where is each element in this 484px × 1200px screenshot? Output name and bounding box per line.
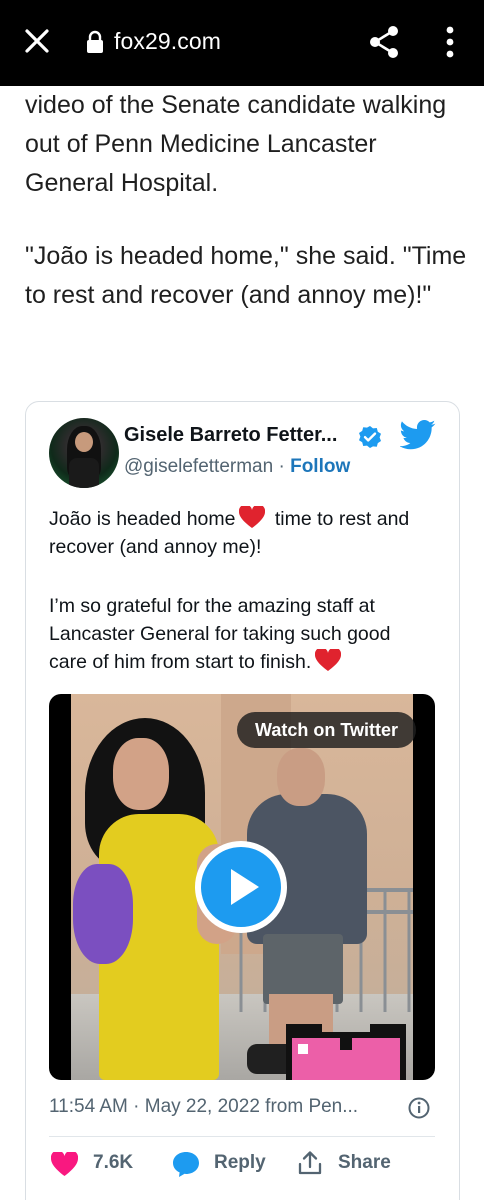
share-button[interactable]: Share (338, 1152, 391, 1180)
pixel-heart-sticker (286, 1024, 406, 1080)
like-heart-icon[interactable] (51, 1152, 78, 1177)
avatar[interactable] (49, 418, 119, 488)
verified-badge-icon (359, 426, 381, 448)
tweet-text-line1: João is headed home time to rest and rec… (49, 505, 429, 561)
divider (49, 1136, 435, 1137)
play-button-icon[interactable] (193, 839, 289, 935)
info-icon[interactable] (408, 1097, 430, 1119)
reply-bubble-icon[interactable] (172, 1151, 200, 1178)
reply-button[interactable]: Reply (214, 1152, 266, 1180)
tweet-handle[interactable]: @giselefetterman (124, 456, 273, 477)
tweet-timestamp[interactable]: 11:54 AM · May 22, 2022 from Pen... (49, 1096, 358, 1118)
separator-dot: · (273, 456, 291, 477)
red-heart-emoji-icon (315, 649, 342, 671)
follow-button[interactable]: Follow (290, 456, 350, 477)
tweet-text-part: João is headed home (49, 508, 236, 530)
red-heart-emoji-icon (239, 506, 266, 528)
browser-toolbar: fox29.com (0, 0, 484, 86)
tweet-handle-row: @giselefetterman · Follow (124, 456, 350, 478)
close-icon[interactable] (22, 26, 52, 56)
watch-on-twitter-button[interactable]: Watch on Twitter (237, 712, 416, 748)
share-icon[interactable] (366, 24, 402, 60)
article-quote: "João is headed home," she said. "Time t… (25, 242, 467, 309)
tweet-author-name[interactable]: Gisele Barreto Fetter... (124, 424, 337, 447)
share-upload-icon[interactable] (298, 1150, 322, 1176)
purple-bear (73, 864, 133, 964)
lock-icon (87, 30, 103, 53)
twitter-logo-icon[interactable] (400, 420, 436, 450)
more-vert-icon[interactable] (438, 24, 462, 60)
tweet-text-line2: I’m so grateful for the amazing staff at… (49, 592, 429, 676)
like-count[interactable]: 7.6K (93, 1152, 133, 1180)
url-text[interactable]: fox29.com (114, 28, 221, 55)
article-paragraph: video of the Senate candidate walking ou… (25, 91, 447, 197)
